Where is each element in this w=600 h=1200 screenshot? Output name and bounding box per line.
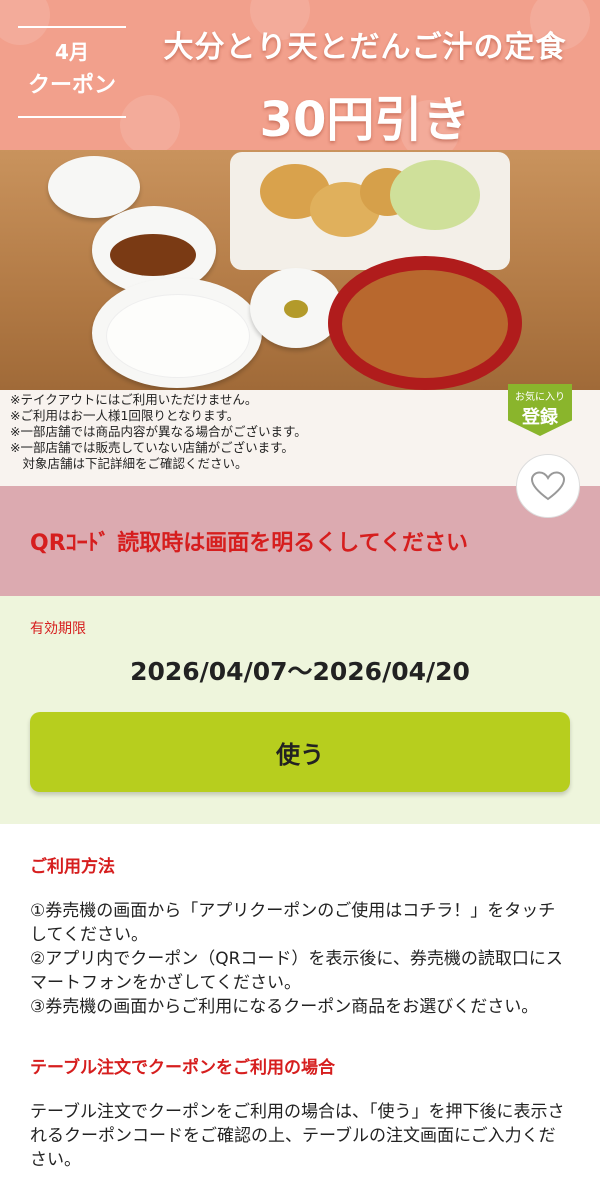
table-order-text: テーブル注文でクーポンをご利用の場合は、「使う」を押下後に表示されるクーポンコー… xyxy=(30,1102,565,1170)
validity-date-range: 2026/04/07～2026/04/20 xyxy=(130,657,470,686)
month-coupon-label: 4月 クーポン xyxy=(18,26,126,118)
meal-photo xyxy=(0,150,600,390)
usage-step-1: ①券売機の画面から「アプリクーポンのご使用はコチラ！」をタッチしてください。 xyxy=(30,901,556,945)
usage-title: ご利用方法 xyxy=(30,857,115,877)
usage-step-2: ②アプリ内でクーポン（QRコード）を表示後に、券売機の読取口にスマートフォンをか… xyxy=(30,949,563,993)
note-line: ※一部店舗では販売していない店舗がございます。 xyxy=(10,440,294,455)
note-line: 対象店舗は下記詳細をご確認ください。 xyxy=(10,456,248,471)
usage-step-3: ③券売機の画面からご利用になるクーポン商品をお選びください。 xyxy=(30,997,539,1017)
soup-bowl xyxy=(328,256,522,390)
use-coupon-button[interactable]: 使う xyxy=(30,712,570,792)
validity-section: 有効期限 2026/04/07～2026/04/20 使う xyxy=(0,596,600,824)
table-order-title: テーブル注文でクーポンをご利用の場合 xyxy=(30,1058,335,1078)
rice-bowl xyxy=(92,278,262,388)
qr-brightness-notice: QRｺｰﾄﾞ 読取時は画面を明るくしてください xyxy=(0,454,600,596)
favorite-badge-small-text: お気に入り xyxy=(515,392,565,403)
coupon-text: クーポン xyxy=(27,73,116,98)
condiment-bowl xyxy=(250,268,342,348)
coupon-notes: ※テイクアウトにはご利用いただけません。 ※ご利用はお一人様1回限りとなります。… xyxy=(0,384,600,486)
heart-outline-icon xyxy=(531,471,565,501)
favorite-button[interactable] xyxy=(516,454,580,518)
discount-text: 30円引き xyxy=(259,92,471,148)
usage-instructions: ご利用方法 ①券売機の画面から「アプリクーポンのご使用はコチラ！」をタッチしてく… xyxy=(0,824,600,1172)
fried-chicken-plate xyxy=(230,152,510,270)
month-text: 4月 xyxy=(55,40,89,64)
note-line: ※一部店舗では商品内容が異なる場合がございます。 xyxy=(10,424,307,439)
side-dish-bowl xyxy=(48,156,140,218)
coupon-banner: 4月 クーポン 大分とり天とだんご汁の定食 30円引き xyxy=(0,0,600,390)
banner-header: 4月 クーポン 大分とり天とだんご汁の定食 30円引き xyxy=(0,0,600,150)
coupon-title: 大分とり天とだんご汁の定食 xyxy=(163,30,567,65)
qr-notice-text: QRｺｰﾄﾞ 読取時は画面を明るくしてください xyxy=(30,531,468,556)
validity-label: 有効期限 xyxy=(30,621,86,637)
